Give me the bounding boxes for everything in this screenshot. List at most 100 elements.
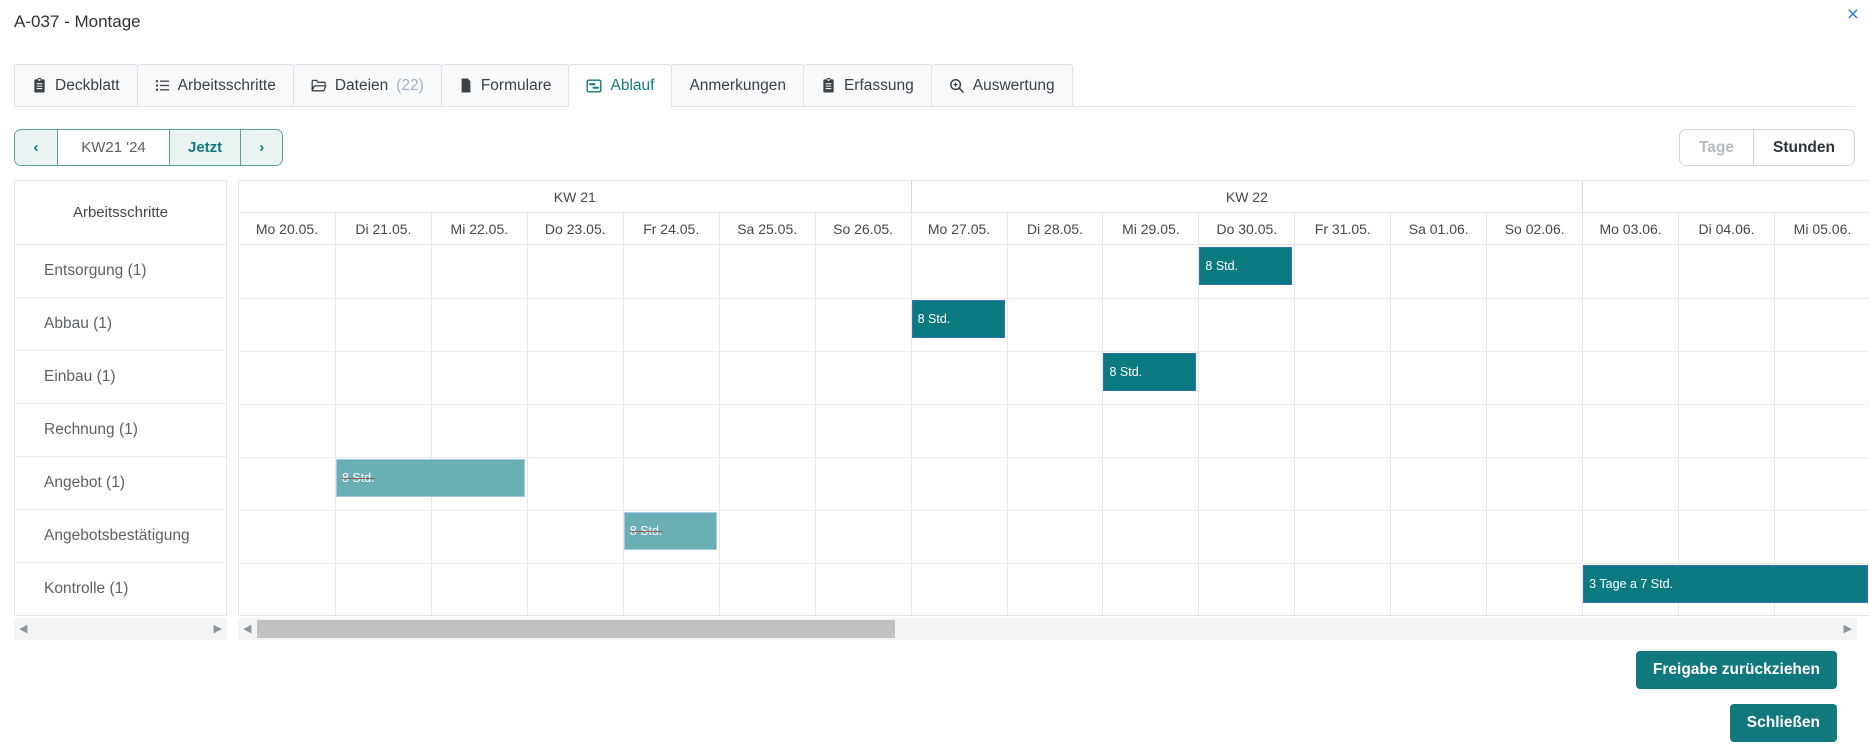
scrollbar-thumb[interactable] <box>257 620 895 638</box>
day-header: Mi 22.05. <box>431 213 527 244</box>
rows-scrollbar[interactable]: ◀ ▶ <box>14 618 227 640</box>
day-header: Mo 20.05. <box>239 213 335 244</box>
toggle-stunden[interactable]: Stunden <box>1753 130 1854 165</box>
tab-dateien[interactable]: Dateien (22) <box>293 64 442 107</box>
grid-line <box>239 563 1869 564</box>
day-header: Do 30.05. <box>1198 213 1294 244</box>
gantt-rows-panel: Arbeitsschritte Entsorgung (1)Abbau (1)E… <box>14 180 227 616</box>
tab-label: Auswertung <box>973 77 1055 95</box>
gantt-bar[interactable]: 8 Std. <box>336 459 525 497</box>
grid-line <box>1390 245 1391 615</box>
gantt-bar-label: 8 Std. <box>630 524 663 538</box>
tab-formulare[interactable]: Formulare <box>441 64 570 107</box>
grid-line <box>431 245 432 615</box>
gantt-bar-label: 8 Std. <box>918 312 951 326</box>
grid-line <box>527 245 528 615</box>
gantt-row-label: Abbau (1) <box>15 298 226 351</box>
week-group-header <box>1582 181 1869 212</box>
period-label: KW21 '24 <box>57 130 169 165</box>
day-header: Do 23.05. <box>527 213 623 244</box>
gantt-bar-label: 8 Std. <box>1109 365 1142 379</box>
gantt-row-label: Kontrolle (1) <box>15 563 226 616</box>
gantt-row-label: Angebot (1) <box>15 457 226 510</box>
folder-icon <box>311 78 327 94</box>
day-header: Fr 31.05. <box>1294 213 1390 244</box>
gantt-grid: 8 Std. 8 Std. 8 Std. 8 Std. 8 Std. 3 Tage a 7… <box>239 245 1869 615</box>
gantt-bar-label: 3 Tage a 7 Std. <box>1589 577 1673 591</box>
schliessen-button[interactable]: Schließen <box>1730 704 1837 742</box>
checklist-icon <box>155 78 170 93</box>
gantt-bar[interactable]: 8 Std. <box>624 512 717 550</box>
day-header: Sa 01.06. <box>1390 213 1486 244</box>
grid-line <box>1294 245 1295 615</box>
grid-line <box>1774 245 1775 615</box>
close-icon[interactable]: × <box>1847 4 1859 26</box>
day-header: Mi 29.05. <box>1102 213 1198 244</box>
day-header: Mi 05.06. <box>1774 213 1869 244</box>
day-header: So 02.06. <box>1486 213 1582 244</box>
tab-bar: Deckblatt Arbeitsschritte Dateien (22) Formu… <box>14 64 1855 107</box>
timeline-scrollbar[interactable]: ◀ ▶ <box>238 618 1857 640</box>
scroll-right-icon[interactable]: ▶ <box>1844 624 1852 635</box>
period-nav-group: ‹ KW21 '24 Jetzt › <box>14 129 283 166</box>
tab-label: Anmerkungen <box>689 77 786 95</box>
next-week-button[interactable]: › <box>240 130 282 165</box>
scroll-left-icon[interactable]: ◀ <box>19 624 27 635</box>
gantt-row-label: Angebotsbestätigung <box>15 510 226 563</box>
grid-line <box>335 245 336 615</box>
timeline-toolbar: ‹ KW21 '24 Jetzt › Tage Stunden <box>14 129 1855 167</box>
gantt-bar[interactable]: 8 Std. <box>912 300 1005 338</box>
tab-label: Ablauf <box>610 77 654 95</box>
day-header: Mo 03.06. <box>1582 213 1678 244</box>
scroll-left-icon[interactable]: ◀ <box>243 624 251 635</box>
tab-erfassung[interactable]: Erfassung <box>803 64 932 107</box>
grid-line <box>1678 245 1679 615</box>
gantt-timeline-panel: KW 21KW 22 Mo 20.05.Di 21.05.Mi 22.05.Do… <box>238 180 1869 616</box>
tab-arbeitsschritte[interactable]: Arbeitsschritte <box>137 64 294 107</box>
scroll-right-icon[interactable]: ▶ <box>214 624 222 635</box>
day-header: Sa 25.05. <box>719 213 815 244</box>
tab-label: Erfassung <box>844 77 914 95</box>
gantt-row-label: Einbau (1) <box>15 351 226 404</box>
gantt-bar[interactable]: 8 Std. <box>1103 353 1196 391</box>
tab-deckblatt[interactable]: Deckblatt <box>14 64 138 107</box>
chevron-right-icon: › <box>259 139 264 156</box>
tab-anmerkungen[interactable]: Anmerkungen <box>671 64 804 107</box>
grid-line <box>239 351 1869 352</box>
grid-line <box>239 298 1869 299</box>
day-header: Di 21.05. <box>335 213 431 244</box>
week-header-row: KW 21KW 22 <box>239 181 1869 213</box>
chevron-left-icon: ‹ <box>34 139 39 156</box>
tab-auswertung[interactable]: Auswertung <box>931 64 1073 107</box>
gantt-row-label: Entsorgung (1) <box>15 245 226 298</box>
tab-count: (22) <box>396 77 424 95</box>
freigabe-zurueckziehen-button[interactable]: Freigabe zurückziehen <box>1636 651 1837 689</box>
gantt-bar-label: 8 Std. <box>1205 259 1238 273</box>
page-title: A-037 - Montage <box>14 12 141 32</box>
gantt-chart: Arbeitsschritte Entsorgung (1)Abbau (1)E… <box>0 180 1869 616</box>
document-icon <box>459 78 473 93</box>
grid-line <box>1198 245 1199 615</box>
gantt-bar-label: 8 Std. <box>342 471 375 485</box>
day-header-row: Mo 20.05.Di 21.05.Mi 22.05.Do 23.05.Fr 2… <box>239 213 1869 245</box>
tab-label: Deckblatt <box>55 77 120 95</box>
grid-line <box>239 457 1869 458</box>
grid-line <box>1582 245 1583 615</box>
zoom-in-icon <box>949 78 965 94</box>
prev-week-button[interactable]: ‹ <box>15 130 57 165</box>
tab-label: Arbeitsschritte <box>178 77 276 95</box>
day-header: Di 04.06. <box>1678 213 1774 244</box>
toggle-tage[interactable]: Tage <box>1680 130 1753 165</box>
day-header: Mo 27.05. <box>911 213 1007 244</box>
week-group-header: KW 22 <box>911 181 1583 212</box>
grid-line <box>1102 245 1103 615</box>
gantt-bar[interactable]: 3 Tage a 7 Std. <box>1583 565 1868 603</box>
tab-label: Dateien <box>335 77 388 95</box>
now-button[interactable]: Jetzt <box>169 130 240 165</box>
grid-line <box>239 404 1869 405</box>
gantt-bar[interactable]: 8 Std. <box>1199 247 1292 285</box>
tab-ablauf[interactable]: Ablauf <box>568 64 672 107</box>
grid-line <box>815 245 816 615</box>
tab-label: Formulare <box>481 77 552 95</box>
day-header: Di 28.05. <box>1007 213 1103 244</box>
